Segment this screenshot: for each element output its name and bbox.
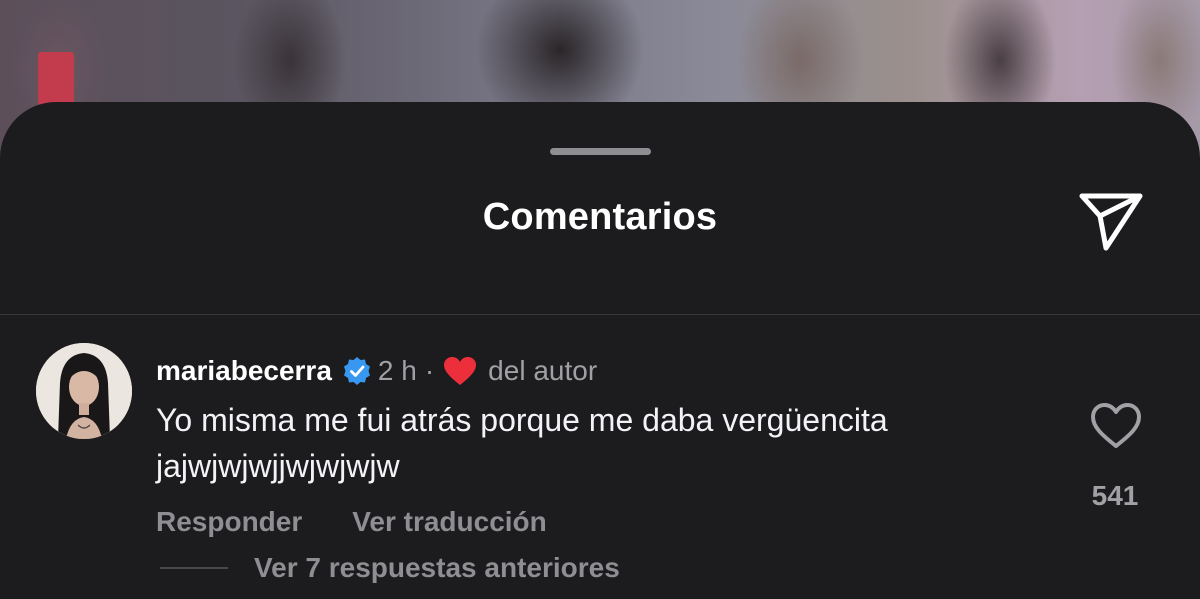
author-like-label: del autor	[488, 355, 598, 386]
comment-text-line1: Yo misma me fui atrás porque me daba ver…	[156, 402, 888, 438]
reply-button[interactable]: Responder	[156, 506, 302, 538]
red-cup-shape	[38, 52, 74, 108]
sheet-title: Comentarios	[482, 196, 718, 238]
comment-time: 2 h	[377, 355, 417, 386]
like-count: 541	[1091, 480, 1139, 511]
avatar[interactable]	[36, 343, 132, 439]
separator-dot: ·	[424, 355, 435, 386]
red-heart-icon	[444, 357, 477, 385]
drag-handle[interactable]	[550, 148, 651, 155]
username[interactable]: mariabecerra	[156, 355, 332, 387]
like-button[interactable]	[1090, 402, 1142, 450]
view-replies-row: Ver 7 respuestas anteriores	[160, 548, 620, 588]
share-button[interactable]	[1076, 188, 1146, 254]
comment-text-line2: jajwjwjwjjwjwjwjw	[156, 448, 400, 484]
comment-meta: mariabecerra 2 h · del autor	[156, 351, 597, 391]
avatar-portrait	[36, 343, 132, 439]
verified-badge-icon	[343, 357, 370, 385]
comment-actions: Responder Ver traducción	[156, 506, 547, 538]
paper-plane-icon	[1079, 193, 1143, 251]
replies-line	[160, 567, 228, 569]
comments-sheet: Comentarios mariabecerra 2 h · del autor	[0, 102, 1200, 599]
divider	[0, 314, 1200, 315]
translate-button[interactable]: Ver traducción	[352, 506, 547, 538]
heart-outline-icon	[1091, 403, 1141, 448]
view-replies-button[interactable]: Ver 7 respuestas anteriores	[254, 552, 620, 584]
